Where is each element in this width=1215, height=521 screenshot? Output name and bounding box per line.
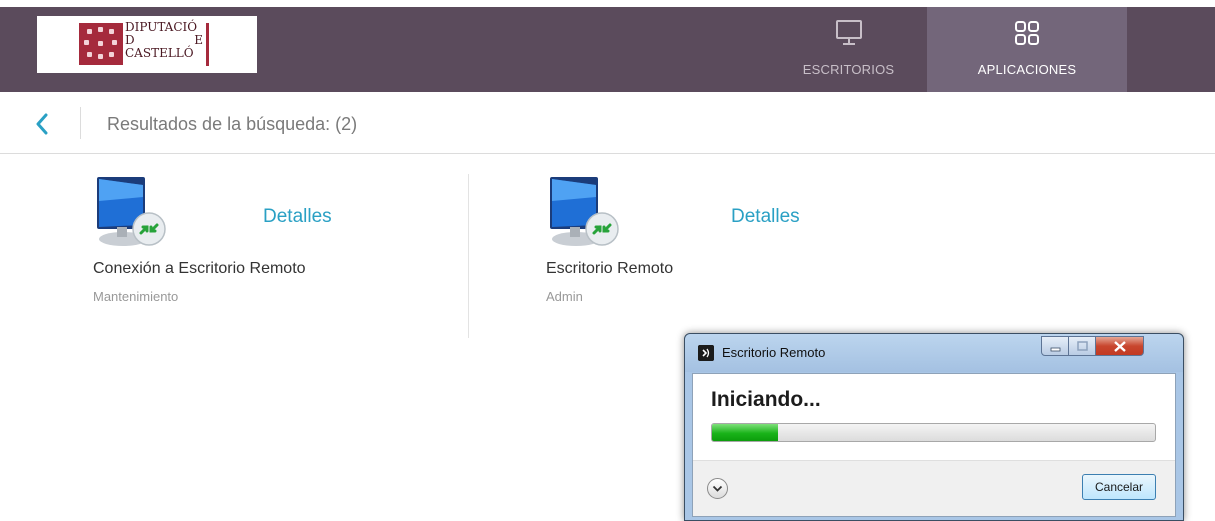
logo-emblem-icon: [79, 23, 123, 65]
top-header: DIPUTACIÓ D E CASTELLÓ ESCRITORIOS APLIC…: [0, 7, 1215, 92]
remote-desktop-app-icon: [698, 345, 714, 361]
dialog-footer: Cancelar: [693, 460, 1175, 516]
apps-grid-icon: [1015, 21, 1039, 45]
chevron-left-icon: [36, 113, 48, 135]
tab-aplicaciones-label: APLICACIONES: [977, 62, 1077, 77]
logo-accent-bar: [206, 23, 209, 66]
progress-fill: [712, 424, 779, 441]
back-button[interactable]: [28, 109, 60, 139]
app-group: Mantenimiento: [93, 289, 179, 304]
remote-desktop-icon: [550, 177, 619, 246]
progress-bar: [711, 423, 1156, 442]
expand-details-button[interactable]: [707, 478, 728, 499]
maximize-icon: [1077, 341, 1088, 351]
results-count-label: Resultados de la búsqueda: (2): [107, 114, 358, 134]
remote-desktop-icon: [97, 177, 166, 246]
app-name: Conexión a Escritorio Remoto: [93, 260, 306, 277]
column-divider: [468, 174, 469, 338]
tab-escritorios[interactable]: ESCRITORIOS: [770, 7, 927, 92]
remote-desktop-dialog: Escritorio Remoto Iniciando... Cancelar: [684, 333, 1184, 521]
close-button[interactable]: [1096, 336, 1144, 356]
dialog-title: Escritorio Remoto: [722, 345, 826, 360]
details-link[interactable]: Detalles: [263, 206, 332, 228]
logo-line-1: DIPUTACIÓ: [125, 20, 198, 34]
minimize-button[interactable]: [1041, 336, 1069, 356]
details-link[interactable]: Detalles: [731, 206, 800, 228]
cancel-button[interactable]: Cancelar: [1082, 474, 1156, 500]
minimize-icon: [1050, 347, 1061, 352]
app-card[interactable]: Detalles Conexión a Escritorio Remoto Ma…: [93, 165, 473, 325]
dialog-body: Iniciando... Cancelar: [692, 373, 1176, 517]
tab-escritorios-label: ESCRITORIOS: [802, 62, 895, 77]
subbar-divider: [80, 107, 81, 139]
app-group: Admin: [546, 289, 583, 304]
tab-aplicaciones[interactable]: APLICACIONES: [927, 7, 1127, 92]
monitor-icon: [835, 20, 862, 45]
app-name: Escritorio Remoto: [546, 260, 674, 277]
logo-line-2-right: E: [194, 33, 203, 47]
logo-text: DIPUTACIÓ D E CASTELLÓ: [125, 21, 205, 67]
app-root: DIPUTACIÓ D E CASTELLÓ ESCRITORIOS APLIC…: [0, 0, 1215, 521]
close-icon: [1114, 341, 1126, 352]
expand-chevron-icon: [712, 485, 723, 492]
search-results-bar: Resultados de la búsqueda: (2): [0, 92, 1215, 154]
maximize-button[interactable]: [1069, 336, 1096, 356]
dialog-titlebar[interactable]: Escritorio Remoto: [685, 334, 1183, 372]
logo-line-3: CASTELLÓ: [125, 46, 194, 60]
dialog-heading: Iniciando...: [711, 388, 821, 411]
app-card[interactable]: Detalles Escritorio Remoto Admin: [546, 165, 926, 325]
diputacio-logo[interactable]: DIPUTACIÓ D E CASTELLÓ: [37, 16, 257, 73]
